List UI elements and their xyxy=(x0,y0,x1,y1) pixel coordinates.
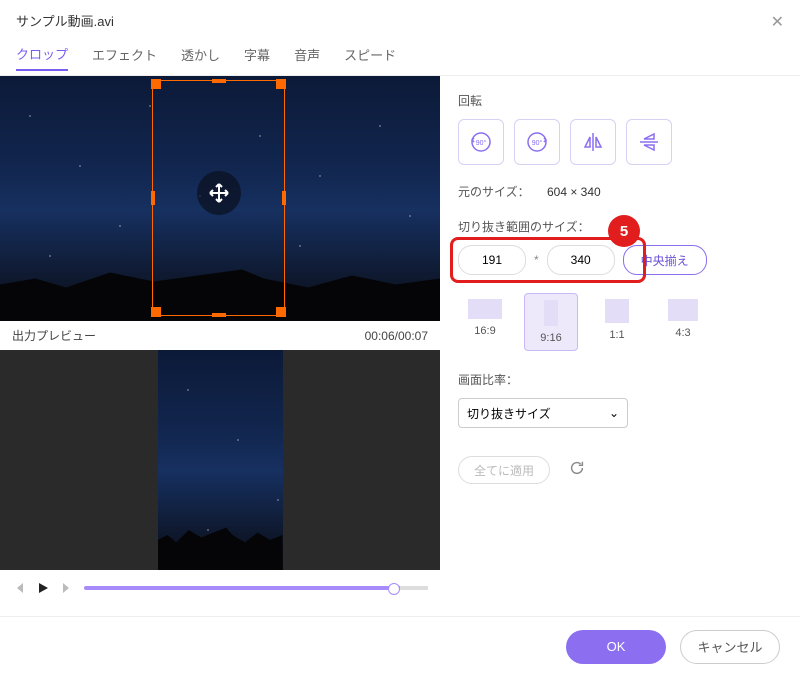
aspect-label: 4:3 xyxy=(675,327,690,339)
playback-slider[interactable] xyxy=(84,586,428,590)
cancel-button[interactable]: キャンセル xyxy=(680,630,780,664)
flip-vertical-button[interactable] xyxy=(626,119,672,165)
crop-height-input[interactable] xyxy=(547,245,615,275)
output-preview-label: 出力プレビュー xyxy=(12,327,96,344)
tab-crop[interactable]: クロップ xyxy=(16,44,68,71)
tab-bar: クロップ エフェクト 透かし 字幕 音声 スピード xyxy=(0,40,800,76)
move-icon[interactable] xyxy=(197,171,241,215)
aspect-label: 1:1 xyxy=(609,329,624,341)
aspect-label: 16:9 xyxy=(474,325,495,337)
tab-speed[interactable]: スピード xyxy=(344,45,396,70)
reset-icon[interactable] xyxy=(568,459,586,482)
aspect-shape-icon xyxy=(468,299,502,319)
tab-effect[interactable]: エフェクト xyxy=(92,45,157,70)
crop-width-input[interactable] xyxy=(458,245,526,275)
tab-audio[interactable]: 音声 xyxy=(294,45,320,70)
aspect-shape-icon xyxy=(668,299,698,321)
screen-ratio-select[interactable]: 切り抜きサイズ ⌄ xyxy=(458,398,628,428)
center-align-button[interactable]: 中央揃え xyxy=(623,245,707,275)
output-preview xyxy=(0,350,440,570)
aspect-shape-icon xyxy=(605,299,629,323)
tab-subtitle[interactable]: 字幕 xyxy=(244,45,270,70)
chevron-down-icon: ⌄ xyxy=(609,406,619,420)
aspect-9-16[interactable]: 9:16 xyxy=(524,293,578,351)
aspect-1-1[interactable]: 1:1 xyxy=(590,293,644,351)
multiply-sign: * xyxy=(534,253,539,267)
crop-rectangle[interactable] xyxy=(152,80,285,316)
original-size-label: 元のサイズ： xyxy=(458,185,530,199)
rotate-cw-button[interactable]: 90° xyxy=(514,119,560,165)
rotate-ccw-button[interactable]: 90° xyxy=(458,119,504,165)
original-size-value: 604 × 340 xyxy=(547,185,601,199)
aspect-16-9[interactable]: 16:9 xyxy=(458,293,512,351)
play-button[interactable] xyxy=(36,581,50,595)
tab-watermark[interactable]: 透かし xyxy=(181,45,220,70)
flip-horizontal-button[interactable] xyxy=(570,119,616,165)
screen-ratio-label: 画面比率： xyxy=(458,371,780,388)
ok-button[interactable]: OK xyxy=(566,630,666,664)
prev-frame-button[interactable] xyxy=(12,581,26,595)
next-frame-button[interactable] xyxy=(60,581,74,595)
aspect-shape-icon xyxy=(544,300,558,326)
annotation-badge: 5 xyxy=(608,215,640,247)
svg-text:90°: 90° xyxy=(476,139,487,147)
apply-all-button[interactable]: 全てに適用 xyxy=(458,456,550,484)
close-icon[interactable]: ✕ xyxy=(771,12,784,32)
aspect-4-3[interactable]: 4:3 xyxy=(656,293,710,351)
aspect-label: 9:16 xyxy=(540,332,561,344)
source-preview[interactable] xyxy=(0,76,440,321)
rotation-label: 回転 xyxy=(458,92,780,109)
timecode: 00:06/00:07 xyxy=(365,329,428,343)
window-title: サンプル動画.avi xyxy=(16,11,114,30)
svg-text:90°: 90° xyxy=(532,139,543,147)
